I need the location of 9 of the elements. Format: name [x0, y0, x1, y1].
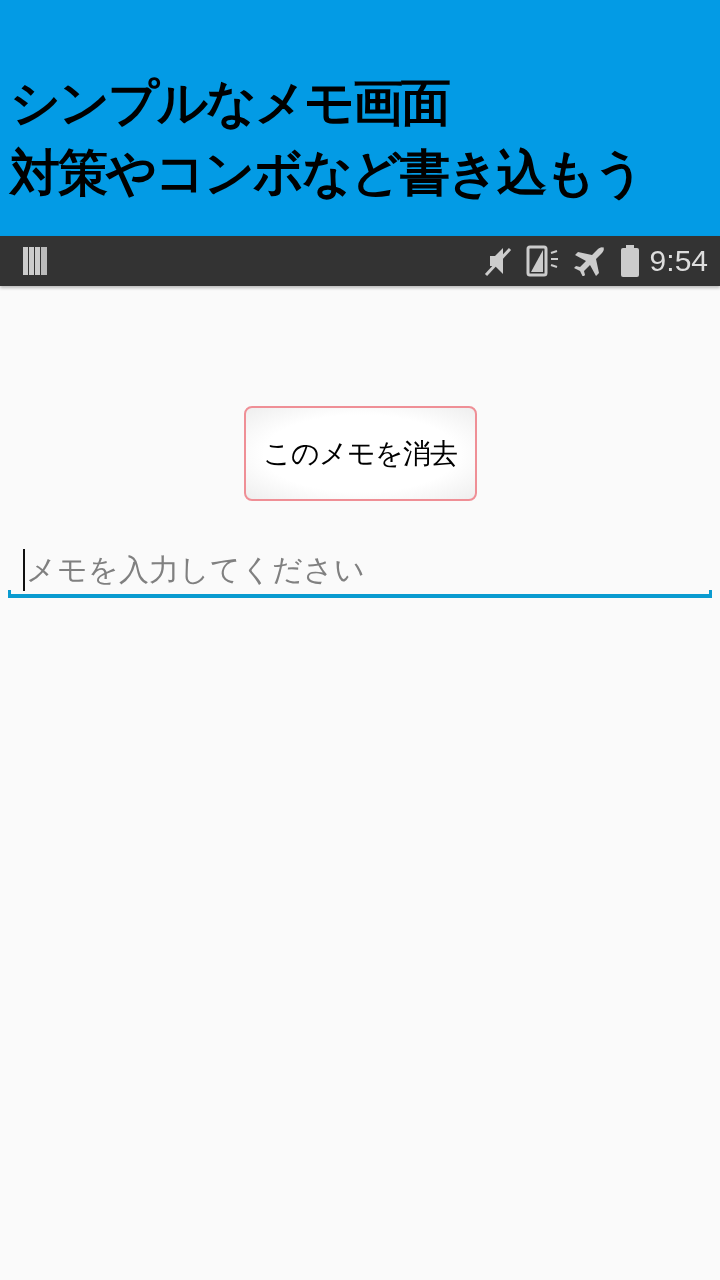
clock: 9:54 — [649, 244, 708, 278]
notification-icon — [22, 246, 48, 276]
banner-title: シンプルなメモ画面 — [10, 73, 451, 134]
airplane-icon — [573, 246, 606, 276]
clear-memo-button[interactable]: このメモを消去 — [243, 406, 477, 501]
banner-title: 対策やコンボなど書き込もう — [10, 143, 644, 204]
battery-icon — [619, 245, 640, 277]
mute-icon — [483, 245, 512, 277]
vibrate-icon — [525, 245, 560, 277]
